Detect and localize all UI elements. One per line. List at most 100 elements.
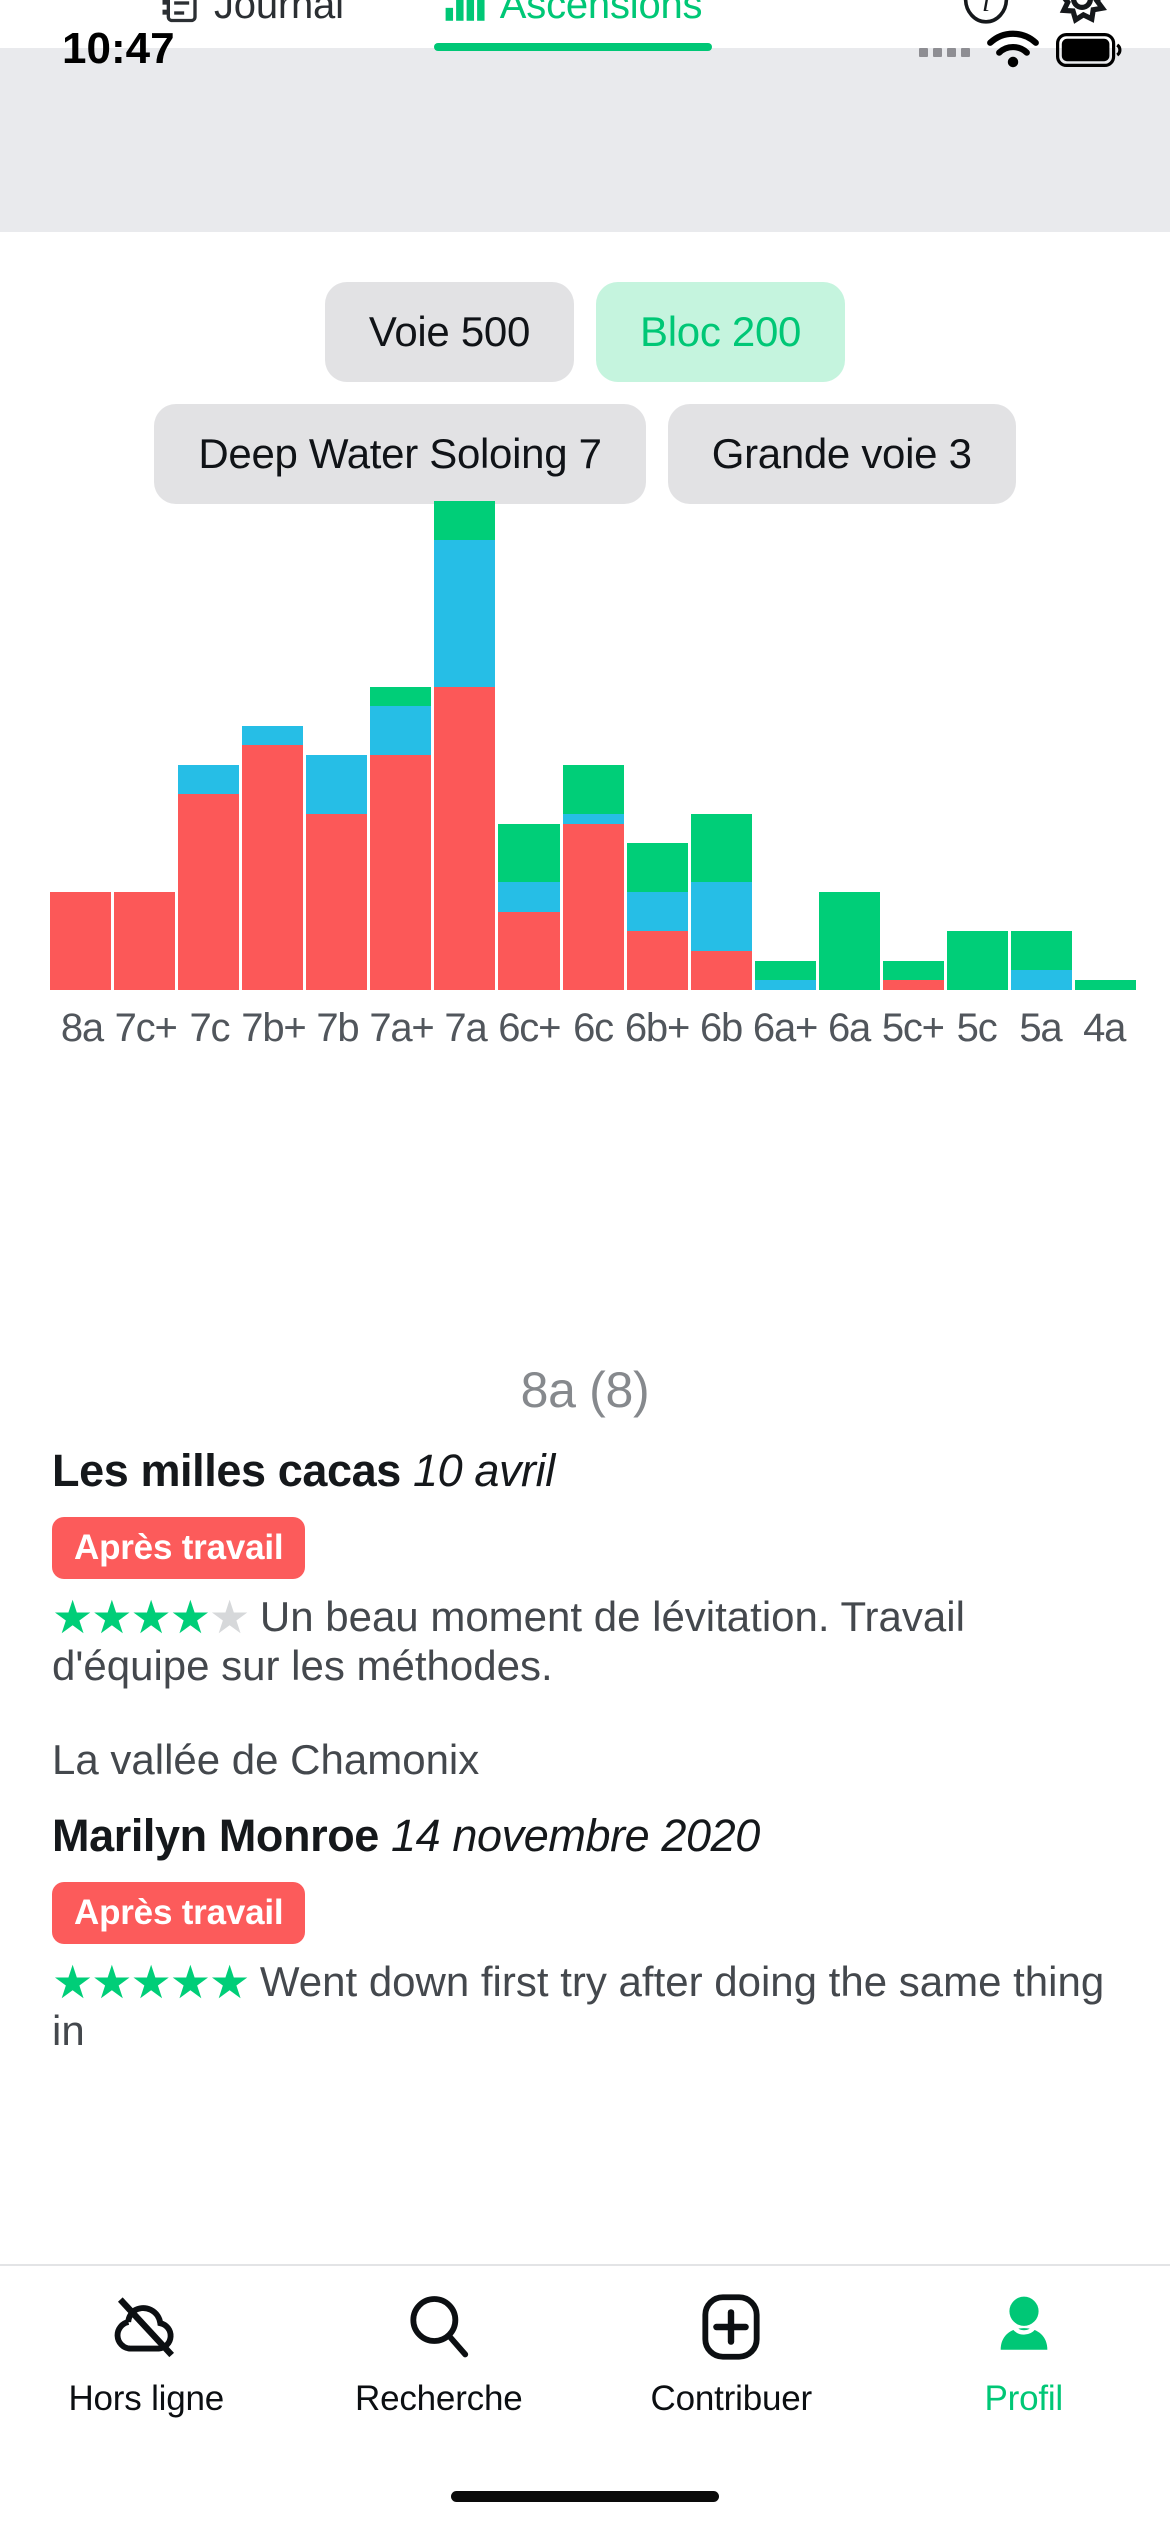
chart-bar-segment-bleu	[626, 892, 688, 932]
ascent-grade-chart	[0, 500, 1170, 990]
chart-bar	[1010, 931, 1072, 990]
filter-chip-bloc[interactable]: Bloc 200	[596, 282, 846, 382]
chart-bar-segment-bleu	[1010, 970, 1072, 990]
chart-bar-segment-bleu	[434, 540, 496, 687]
nav-header	[0, 46, 1170, 232]
top-tab-ascensions[interactable]: Ascensions	[433, 0, 713, 51]
chart-x-tick: 5c+	[881, 1006, 945, 1050]
top-tab-ascensions-label: Ascensions	[499, 0, 703, 27]
chart-bar	[1075, 980, 1137, 990]
ascent-review-line: ★★★★★ Went down first try after doing th…	[52, 1957, 1118, 2053]
chart-bar-segment-rouge	[562, 823, 624, 990]
plus-box-icon	[698, 2292, 764, 2367]
chart-bar-segment-rouge	[178, 794, 240, 990]
chart-bar-segment-bleu	[690, 882, 752, 951]
ascent-date: 10 avril	[412, 1445, 555, 1496]
chart-x-tick: 6b+	[624, 1006, 690, 1050]
bottom-tab-hors-ligne[interactable]: Hors ligne	[0, 2292, 293, 2419]
ascent-date: 14 novembre 2020	[391, 1810, 760, 1862]
filter-chip-row-2: Deep Water Soloing 7 Grande voie 3	[0, 404, 1170, 504]
ascent-route-name: Marilyn Monroe	[52, 1810, 379, 1862]
chart-bar-segment-bleu	[306, 755, 368, 814]
chart-bar	[754, 960, 816, 990]
chart-bar-segment-vert	[882, 960, 944, 981]
status-badge: Après travail	[52, 1517, 306, 1579]
chart-bar	[690, 813, 752, 990]
chart-x-tick: 6a	[828, 1006, 871, 1050]
chart-x-tick: 6c	[573, 1006, 614, 1050]
chart-bar-segment-vert	[626, 843, 688, 893]
chart-bar-segment-vert	[946, 931, 1008, 990]
search-icon	[402, 2292, 476, 2367]
chart-bar-segment-vert	[434, 500, 496, 541]
chart-x-tick: 6c+	[498, 1006, 561, 1050]
chart-x-tick: 4a	[1083, 1006, 1126, 1050]
chart-bar	[178, 765, 240, 990]
bottom-tab-contribuer[interactable]: Contribuer	[585, 2292, 878, 2419]
top-tab-bar: Journal Ascensions i	[0, 0, 1170, 51]
ascent-entry-title: Les milles cacas 10 avril	[52, 1445, 1118, 1497]
content-sheet[interactable]: Voie 500 Bloc 200 Deep Water Soloing 7 G…	[0, 232, 1170, 2264]
journal-icon	[160, 0, 200, 30]
chart-x-tick: 8a	[60, 1006, 104, 1050]
chart-bar-segment-rouge	[306, 813, 368, 990]
crag-name[interactable]: La vallée de Chamonix	[0, 1736, 1170, 1784]
filter-chip-deep-water-soloing[interactable]: Deep Water Soloing 7	[154, 404, 646, 504]
chart-bar-segment-rouge	[242, 745, 304, 990]
bottom-tab-hors-ligne-label: Hors ligne	[68, 2379, 225, 2418]
bottom-tab-recherche[interactable]: Recherche	[293, 2292, 586, 2419]
chart-bar-segment-vert	[690, 813, 752, 883]
chart-bar-segment-rouge	[50, 892, 112, 990]
chart-bar	[626, 843, 688, 990]
chart-bar-segment-vert	[754, 960, 816, 981]
chart-x-tick: 7a	[444, 1006, 487, 1050]
chart-bar	[882, 960, 944, 990]
chart-bar	[562, 765, 624, 990]
chart-x-tick: 7c	[189, 1006, 230, 1050]
chart-bar-segment-rouge	[370, 755, 432, 990]
chart-x-tick: 7c+	[114, 1006, 178, 1050]
chart-bar-segment-bleu	[562, 813, 624, 824]
ascent-entry-title: Marilyn Monroe 14 novembre 2020	[52, 1810, 1118, 1862]
chart-bar-segment-bleu	[242, 725, 304, 746]
chart-bar	[114, 892, 176, 990]
top-tab-journal[interactable]: Journal	[150, 0, 354, 48]
chart-bars	[50, 500, 1137, 990]
chart-bar-segment-rouge	[498, 911, 560, 990]
chart-bar	[946, 931, 1008, 990]
top-tab-journal-label: Journal	[214, 0, 344, 27]
filter-chip-voie[interactable]: Voie 500	[324, 282, 575, 382]
chart-bar	[370, 686, 432, 990]
gear-icon[interactable]	[1056, 0, 1108, 30]
status-badge: Après travail	[52, 1882, 306, 1945]
chart-x-tick: 7b+	[241, 1006, 306, 1050]
chart-bar	[818, 892, 880, 990]
chart-bar-segment-rouge	[882, 980, 944, 990]
home-indicator	[451, 2491, 719, 2502]
chart-bar-segment-rouge	[690, 950, 752, 990]
bottom-tab-profil[interactable]: Profil	[878, 2292, 1170, 2419]
chart-bar	[498, 823, 560, 990]
chart-bar	[50, 892, 112, 990]
chart-bar-segment-bleu	[178, 765, 240, 795]
ascent-entry[interactable]: Marilyn Monroe 14 novembre 2020 Après tr…	[0, 1810, 1170, 2053]
chart-bar-segment-bleu	[370, 706, 432, 756]
chart-bar	[242, 725, 304, 990]
chart-x-tick: 6a+	[752, 1006, 818, 1050]
person-icon	[989, 2292, 1059, 2367]
chart-bar-segment-bleu	[754, 980, 816, 990]
chart-x-tick: 5c	[956, 1006, 998, 1050]
filter-chip-grande-voie[interactable]: Grande voie 3	[667, 404, 1016, 504]
chart-bar-segment-vert	[818, 892, 880, 990]
ascent-entry[interactable]: Les milles cacas 10 avril Après travail …	[0, 1445, 1170, 1688]
chart-bar-segment-rouge	[434, 686, 496, 990]
chart-bar-segment-vert	[498, 823, 560, 883]
top-tab-actions: i	[962, 0, 1170, 48]
info-icon[interactable]: i	[962, 0, 1010, 30]
filter-chip-row-1: Voie 500 Bloc 200	[0, 282, 1170, 382]
chart-bar-segment-vert	[562, 765, 624, 814]
bottom-tab-contribuer-label: Contribuer	[650, 2379, 813, 2418]
chart-x-axis: 8a 7c+ 7c 7b+ 7b 7a+ 7a 6c+ 6c 6b+ 6b 6a+ 6a 5c+ 5c 5a 4…	[50, 1006, 1136, 1051]
chart-x-tick: 7a+	[369, 1006, 434, 1050]
chart-bar	[434, 500, 496, 990]
